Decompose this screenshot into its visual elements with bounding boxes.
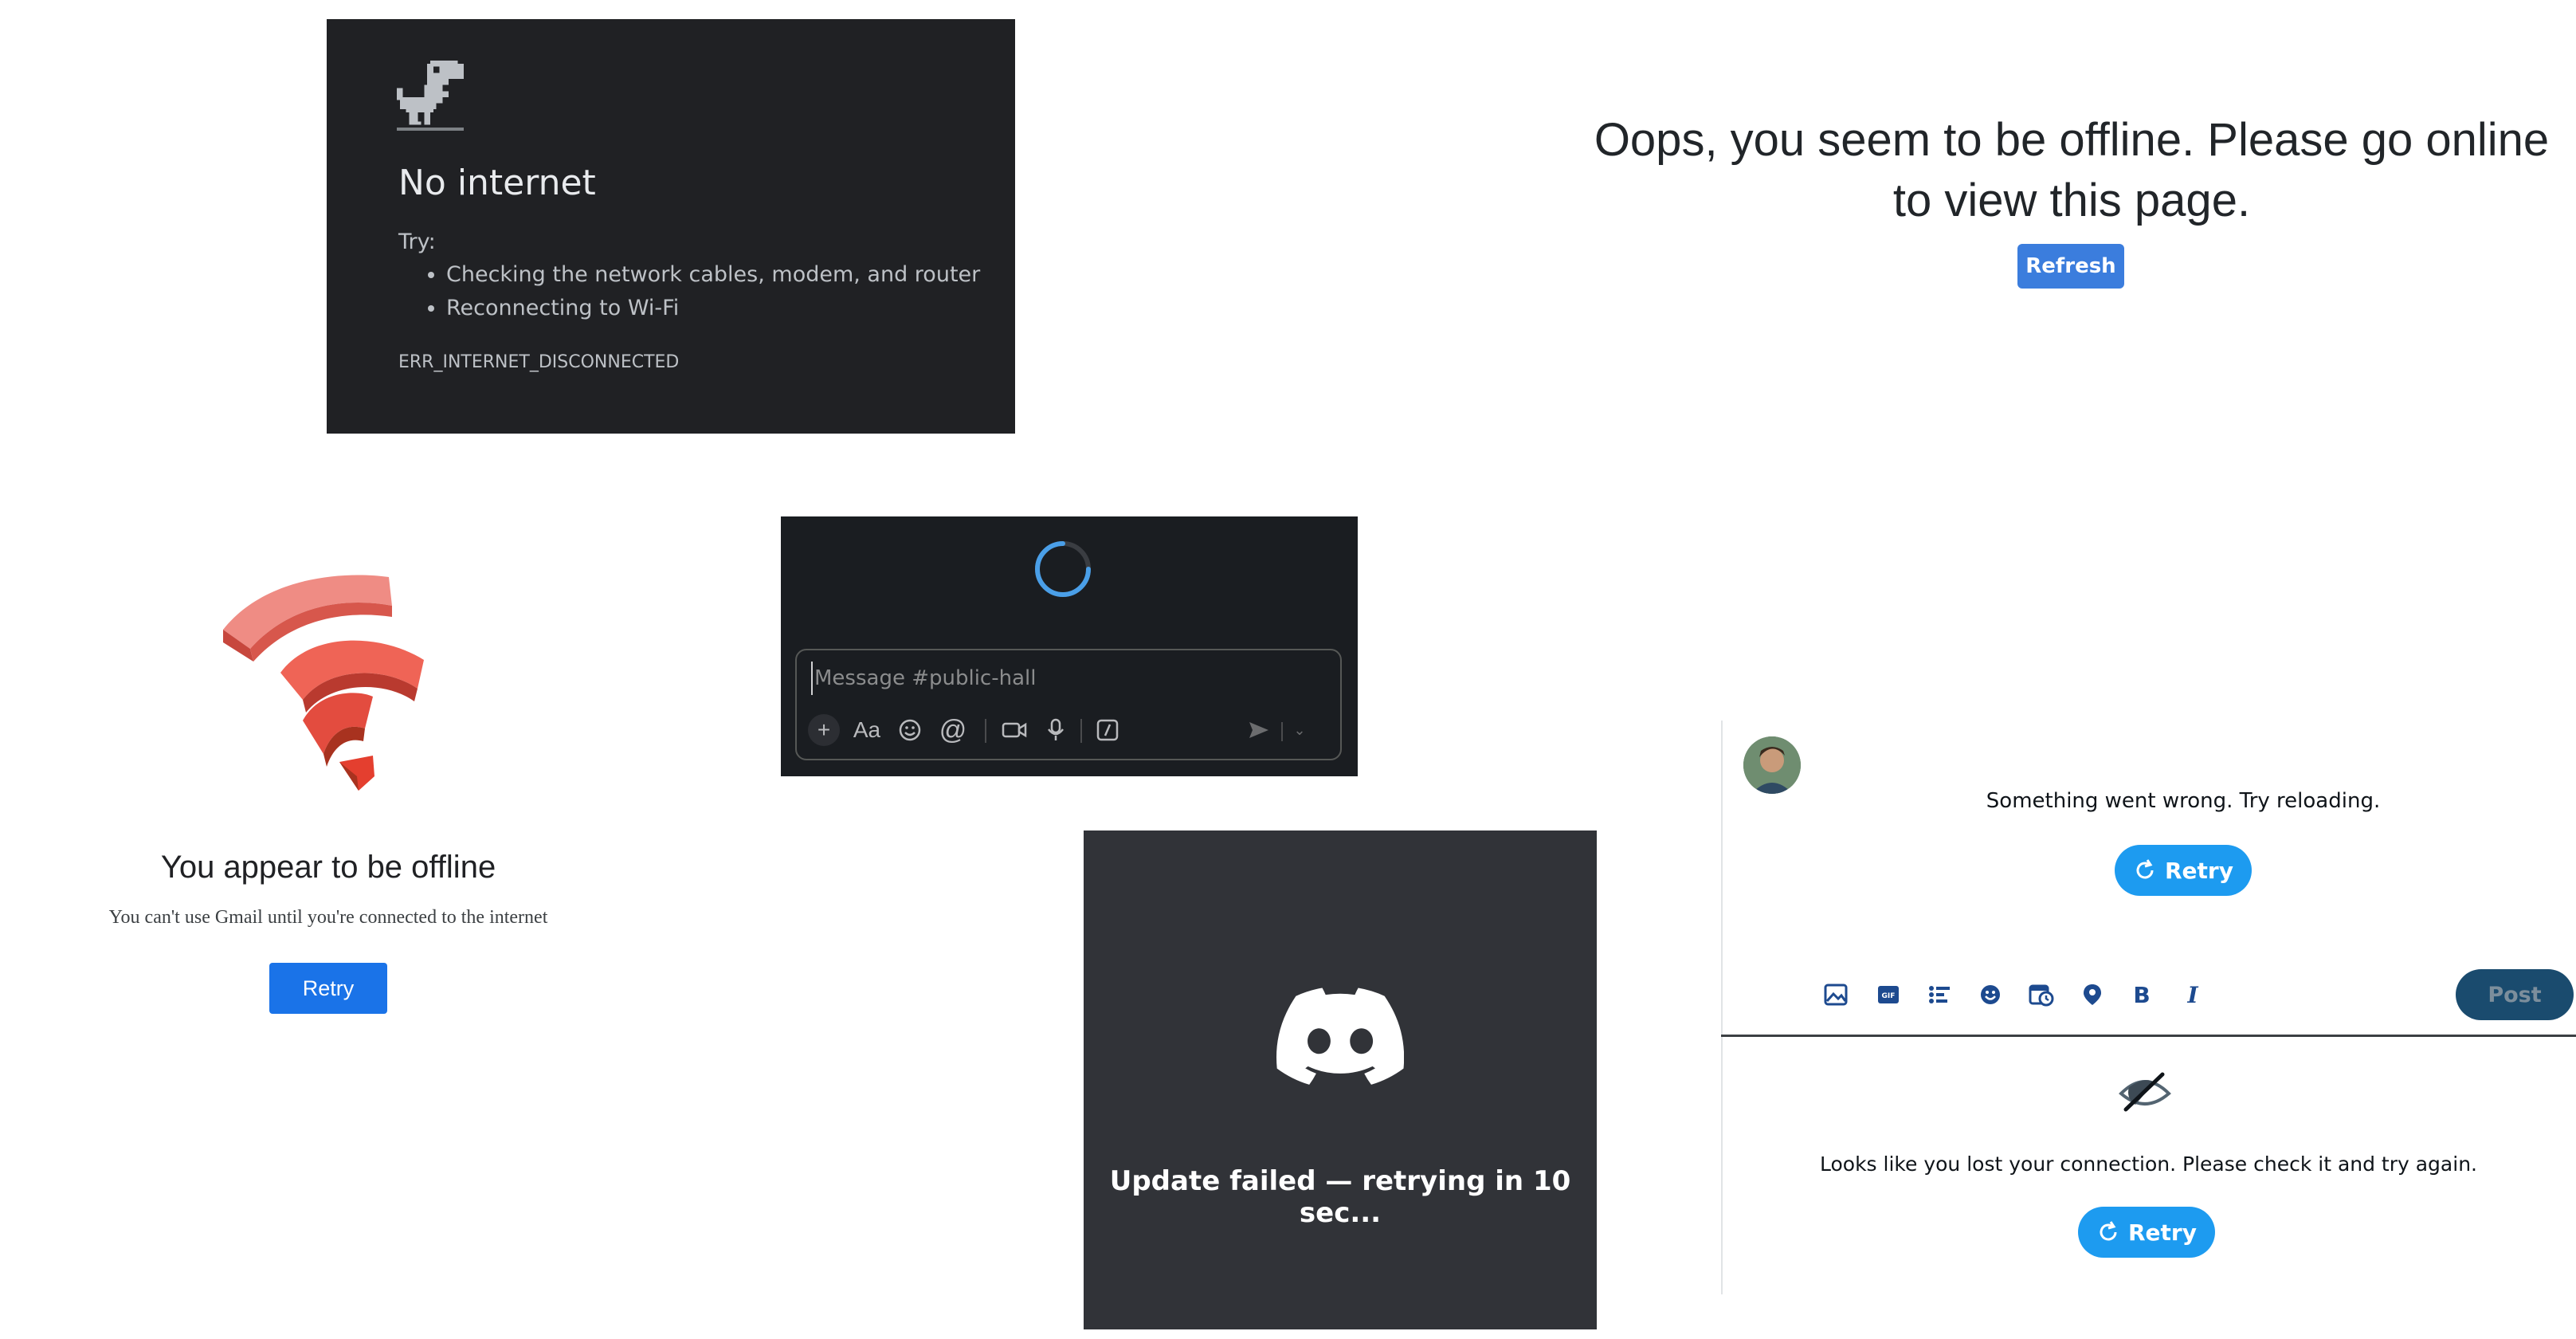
emoji-icon bbox=[899, 719, 921, 741]
slack-composer-panel: + Aa @ ⌄ bbox=[781, 516, 1358, 776]
avatar[interactable] bbox=[1743, 736, 1801, 794]
italic-button[interactable]: I bbox=[2178, 980, 2207, 1009]
toolbar-divider bbox=[985, 719, 986, 743]
suggestion-item: Reconnecting to Wi-Fi bbox=[446, 292, 980, 325]
add-attachment-button[interactable]: + bbox=[808, 714, 840, 746]
connection-lost-message: Looks like you lost your connection. Ple… bbox=[1820, 1152, 2477, 1176]
poll-button[interactable] bbox=[1925, 980, 1954, 1009]
media-button[interactable] bbox=[1821, 980, 1850, 1009]
bold-icon: B bbox=[2133, 981, 2151, 1008]
location-button[interactable] bbox=[2078, 980, 2107, 1009]
audio-button[interactable] bbox=[1044, 714, 1068, 746]
plus-icon: + bbox=[817, 717, 831, 742]
poll-icon bbox=[1929, 986, 1950, 1003]
shortcuts-button[interactable] bbox=[1093, 714, 1122, 746]
offline-subtitle: You can't use Gmail until you're connect… bbox=[108, 907, 548, 928]
offline-message: Oops, you seem to be offline. Please go … bbox=[1594, 114, 2550, 226]
chevron-down-icon: ⌄ bbox=[1293, 721, 1306, 738]
toolbar-divider bbox=[1281, 722, 1283, 741]
retry-button[interactable]: Retry bbox=[2115, 845, 2252, 896]
page-title: No internet bbox=[398, 163, 596, 203]
video-button[interactable] bbox=[999, 714, 1029, 746]
formatting-button[interactable]: Aa bbox=[849, 714, 884, 746]
send-button[interactable] bbox=[1243, 714, 1275, 746]
emoji-button[interactable] bbox=[896, 714, 924, 746]
send-options-button[interactable]: ⌄ bbox=[1288, 714, 1312, 746]
emoji-icon bbox=[1981, 985, 2000, 1004]
microphone-icon bbox=[1048, 718, 1064, 740]
error-code: ERR_INTERNET_DISCONNECTED bbox=[398, 352, 680, 372]
dino-icon bbox=[397, 61, 464, 131]
schedule-button[interactable] bbox=[2027, 980, 2056, 1009]
refresh-icon bbox=[2136, 859, 2154, 879]
location-pin-icon bbox=[2084, 984, 2101, 1005]
message-input[interactable] bbox=[811, 662, 1294, 695]
discord-update-panel: Update failed — retrying in 10 sec... bbox=[1084, 830, 1597, 1329]
gif-icon: GIF bbox=[1878, 986, 1899, 1003]
loading-spinner-icon bbox=[1035, 541, 1091, 597]
retry-button[interactable]: Retry bbox=[269, 963, 387, 1014]
section-divider bbox=[1721, 1035, 2576, 1037]
try-label: Try: bbox=[398, 230, 436, 254]
suggestion-list: Checking the network cables, modem, and … bbox=[398, 258, 980, 325]
emoji-button[interactable] bbox=[1976, 980, 2005, 1009]
svg-text:GIF: GIF bbox=[1882, 992, 1896, 1000]
send-icon bbox=[1249, 722, 1268, 738]
wifi-off-icon bbox=[223, 575, 424, 791]
image-icon bbox=[1824, 984, 1848, 1006]
update-status: Update failed — retrying in 10 sec... bbox=[1109, 1165, 1571, 1229]
slash-command-icon bbox=[1096, 719, 1119, 741]
avatar-photo bbox=[1743, 736, 1801, 794]
video-icon bbox=[1002, 722, 1027, 738]
refresh-button[interactable]: Refresh bbox=[2017, 244, 2124, 289]
toolbar-divider bbox=[1080, 719, 1082, 743]
retry-label: Retry bbox=[2128, 1219, 2197, 1246]
post-button[interactable]: Post bbox=[2456, 969, 2574, 1020]
retry-label: Retry bbox=[2165, 857, 2233, 884]
refresh-icon bbox=[2100, 1221, 2117, 1241]
italic-icon: I bbox=[2187, 981, 2198, 1008]
suggestion-item: Checking the network cables, modem, and … bbox=[446, 258, 980, 292]
mention-button[interactable]: @ bbox=[937, 714, 969, 746]
gif-button[interactable]: GIF bbox=[1874, 980, 1903, 1009]
retry-connection-button[interactable]: Retry bbox=[2078, 1207, 2215, 1258]
offline-title: You appear to be offline bbox=[160, 850, 496, 885]
schedule-icon bbox=[2029, 984, 2054, 1007]
error-message: Something went wrong. Try reloading. bbox=[1986, 789, 2381, 813]
at-icon: @ bbox=[939, 714, 967, 745]
chrome-offline-panel: No internet Try: Checking the network ca… bbox=[327, 19, 1015, 434]
bold-button[interactable]: B bbox=[2127, 980, 2156, 1009]
discord-logo-icon bbox=[1276, 988, 1404, 1085]
eye-off-icon bbox=[2119, 1072, 2171, 1112]
message-composer: + Aa @ ⌄ bbox=[795, 649, 1342, 760]
